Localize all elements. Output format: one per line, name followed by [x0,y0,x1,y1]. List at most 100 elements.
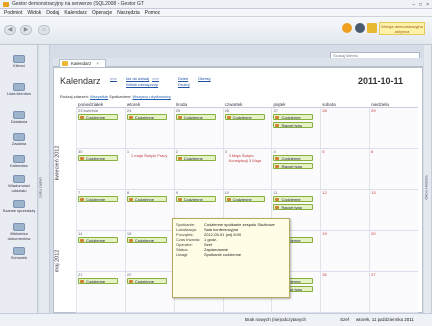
day-cell[interactable]: 6 [369,149,419,189]
user-filter[interactable]: Wszyscy użytkownicy [133,94,171,99]
home-button[interactable]: ⌂ [38,25,50,35]
day-cell[interactable]: 24 Codzienne [124,108,174,148]
day-number: 13 [371,190,376,195]
day-cell[interactable]: 14 Codzienne [76,231,125,271]
event-chip[interactable]: Codzienne [126,114,167,120]
menu-operacje[interactable]: Operacje [92,9,112,16]
event-chip[interactable]: Codzienne [273,196,314,202]
day-cell[interactable]: 11 maja Święto Pracy [124,149,174,189]
forward-button[interactable]: ▶ [20,25,32,35]
day-link[interactable]: Dzień [178,76,188,81]
weekday-header-cell: czwartek [224,102,243,107]
notification-icon[interactable] [342,23,352,33]
nav-biblioteka[interactable]: Biblioteka dokumentów [1,223,37,241]
nav-schowek[interactable]: Schowek [1,247,37,261]
settings-icon[interactable] [355,23,365,33]
day-cell[interactable]: 27 [369,272,419,312]
report-chip[interactable]: Raport tygo [273,163,314,169]
day-cell[interactable]: 15 Codzienne [124,231,174,271]
day-cell[interactable]: 21 Codzienne [76,272,125,312]
day-cell[interactable]: 5 [320,149,370,189]
nav-wiadomosci[interactable]: Wiadomości oddziału [1,175,37,193]
shield-icon[interactable] [367,23,377,33]
month-label-april: kwiecień 2012 [54,145,61,181]
event-chip[interactable]: Codzienne [175,155,216,161]
status-bar: Brak nowych (nie)odczytanych Szef wtorek… [0,313,432,326]
report-chip[interactable]: Raport tygo [273,122,314,128]
nav-lista-klientow[interactable]: Lista klientów [1,83,37,97]
day-cell[interactable]: 27 Codzienne Raport tygo [271,108,321,148]
weekday-header-cell: sobota [322,102,336,107]
event-chip[interactable]: Codzienne [78,114,118,120]
event-chip[interactable]: Codzienne [175,114,216,120]
day-cell[interactable]: 28 [320,108,370,148]
close-tab-icon[interactable]: × [96,61,99,66]
minimize-button[interactable]: – [412,1,415,8]
periods-link[interactable]: Okresy [198,76,211,81]
view-select[interactable]: Widok miesięczny [126,82,158,87]
event-chip[interactable]: Codzienne [224,196,265,202]
nav-klienci[interactable]: Klienci [1,55,37,69]
day-cell[interactable]: 26 Codzienne [222,108,272,148]
tasks-strip[interactable]: Lista zadań [38,45,50,326]
event-type-filter[interactable]: Wszystkie [90,94,108,99]
day-cell[interactable]: 29 [369,108,419,148]
demo-warning[interactable]: Wersja demonstracyjna aktywna [379,22,425,35]
day-number: 22 [126,272,132,277]
day-cell[interactable]: 20 [369,231,419,271]
tooltip-key: Uwagi: [176,252,189,257]
week-row: 23 kwietnia Codzienne 24 Codzienne 25 Codzien… [76,108,419,149]
nav-szanse[interactable]: Szanse sprzedaży [1,200,37,214]
main-toolbar: ◀ ▶ ⌂ Wersja demonstracyjna aktywna [0,17,432,45]
day-cell[interactable]: 33 Maja Święto Konstytucji 3 Maja [222,149,272,189]
menu-widok[interactable]: Widok [27,9,41,16]
nav-dzialania[interactable]: Działania [1,111,37,125]
day-cell[interactable]: 2 Codzienne [173,149,223,189]
day-cell[interactable]: 13 [369,190,419,230]
event-chip[interactable]: Codzienne [78,237,118,243]
menu-podmiot[interactable]: Podmiot [4,9,22,16]
event-chip[interactable]: Codzienne [224,114,265,120]
calendar-toolbar: Kalendarz <<< Idź do dzisiaj Widok miesi… [54,68,424,90]
next-link[interactable]: >>> [152,76,159,81]
messages-status[interactable]: Brak nowych (nie)odczytanych [245,314,306,326]
maximize-button[interactable]: □ [419,1,422,8]
history-strip[interactable]: Okno Historia [424,45,432,326]
day-cell[interactable]: 7 Codzienne [76,190,125,230]
menu-dodaj[interactable]: Dodaj [46,9,59,16]
day-cell[interactable]: 8 Codzienne [124,190,174,230]
nav-zadania[interactable]: Zadania [1,133,37,147]
menu-narzedzia[interactable]: Narzędzia [117,9,140,16]
event-chip[interactable]: Codzienne [126,196,167,202]
nav-kalendarz[interactable]: Kalendarz [1,155,37,169]
event-chip[interactable]: Codzienne [126,237,167,243]
day-cell[interactable]: 12 [320,190,370,230]
event-chip[interactable]: Codzienne [78,196,118,202]
print-link[interactable]: Drukuj [178,82,190,87]
event-chip[interactable]: Codzienne [78,155,118,161]
event-chip[interactable]: Codzienne [126,278,167,284]
tab-kalendarz[interactable]: Kalendarz × [59,59,106,67]
event-chip[interactable]: Codzienne [175,196,216,202]
day-cell[interactable]: 25 Codzienne [173,108,223,148]
menu-kalendarz[interactable]: Kalendarz [64,9,87,16]
event-chip[interactable]: Codzienne [273,155,314,161]
day-cell[interactable]: 23 kwietnia Codzienne [76,108,125,148]
day-cell[interactable]: 26 [320,272,370,312]
day-cell[interactable]: 22 Codzienne [124,272,174,312]
event-chip[interactable]: Codzienne [273,114,314,120]
prev-link[interactable]: <<< [110,76,117,81]
day-cell[interactable]: 4 Codzienne Raport tygo [271,149,321,189]
menu-pomoc[interactable]: Pomoc [145,9,161,16]
left-navigation: Klienci Lista klientów Działania Zadania… [0,45,38,326]
back-button[interactable]: ◀ [4,25,16,35]
day-number: 26 [224,108,230,113]
window-title: Gestor demonstracyjny na serwerze (SQL20… [12,1,144,7]
today-link[interactable]: Idź do dzisiaj [126,76,149,81]
close-button[interactable]: × [426,1,429,8]
event-chip[interactable]: Codzienne [78,278,118,284]
day-cell[interactable]: 30 Codzienne [76,149,125,189]
calendar-title[interactable]: Kalendarz [60,76,101,86]
report-chip[interactable]: Raport tygo [273,204,314,210]
day-cell[interactable]: 19 [320,231,370,271]
